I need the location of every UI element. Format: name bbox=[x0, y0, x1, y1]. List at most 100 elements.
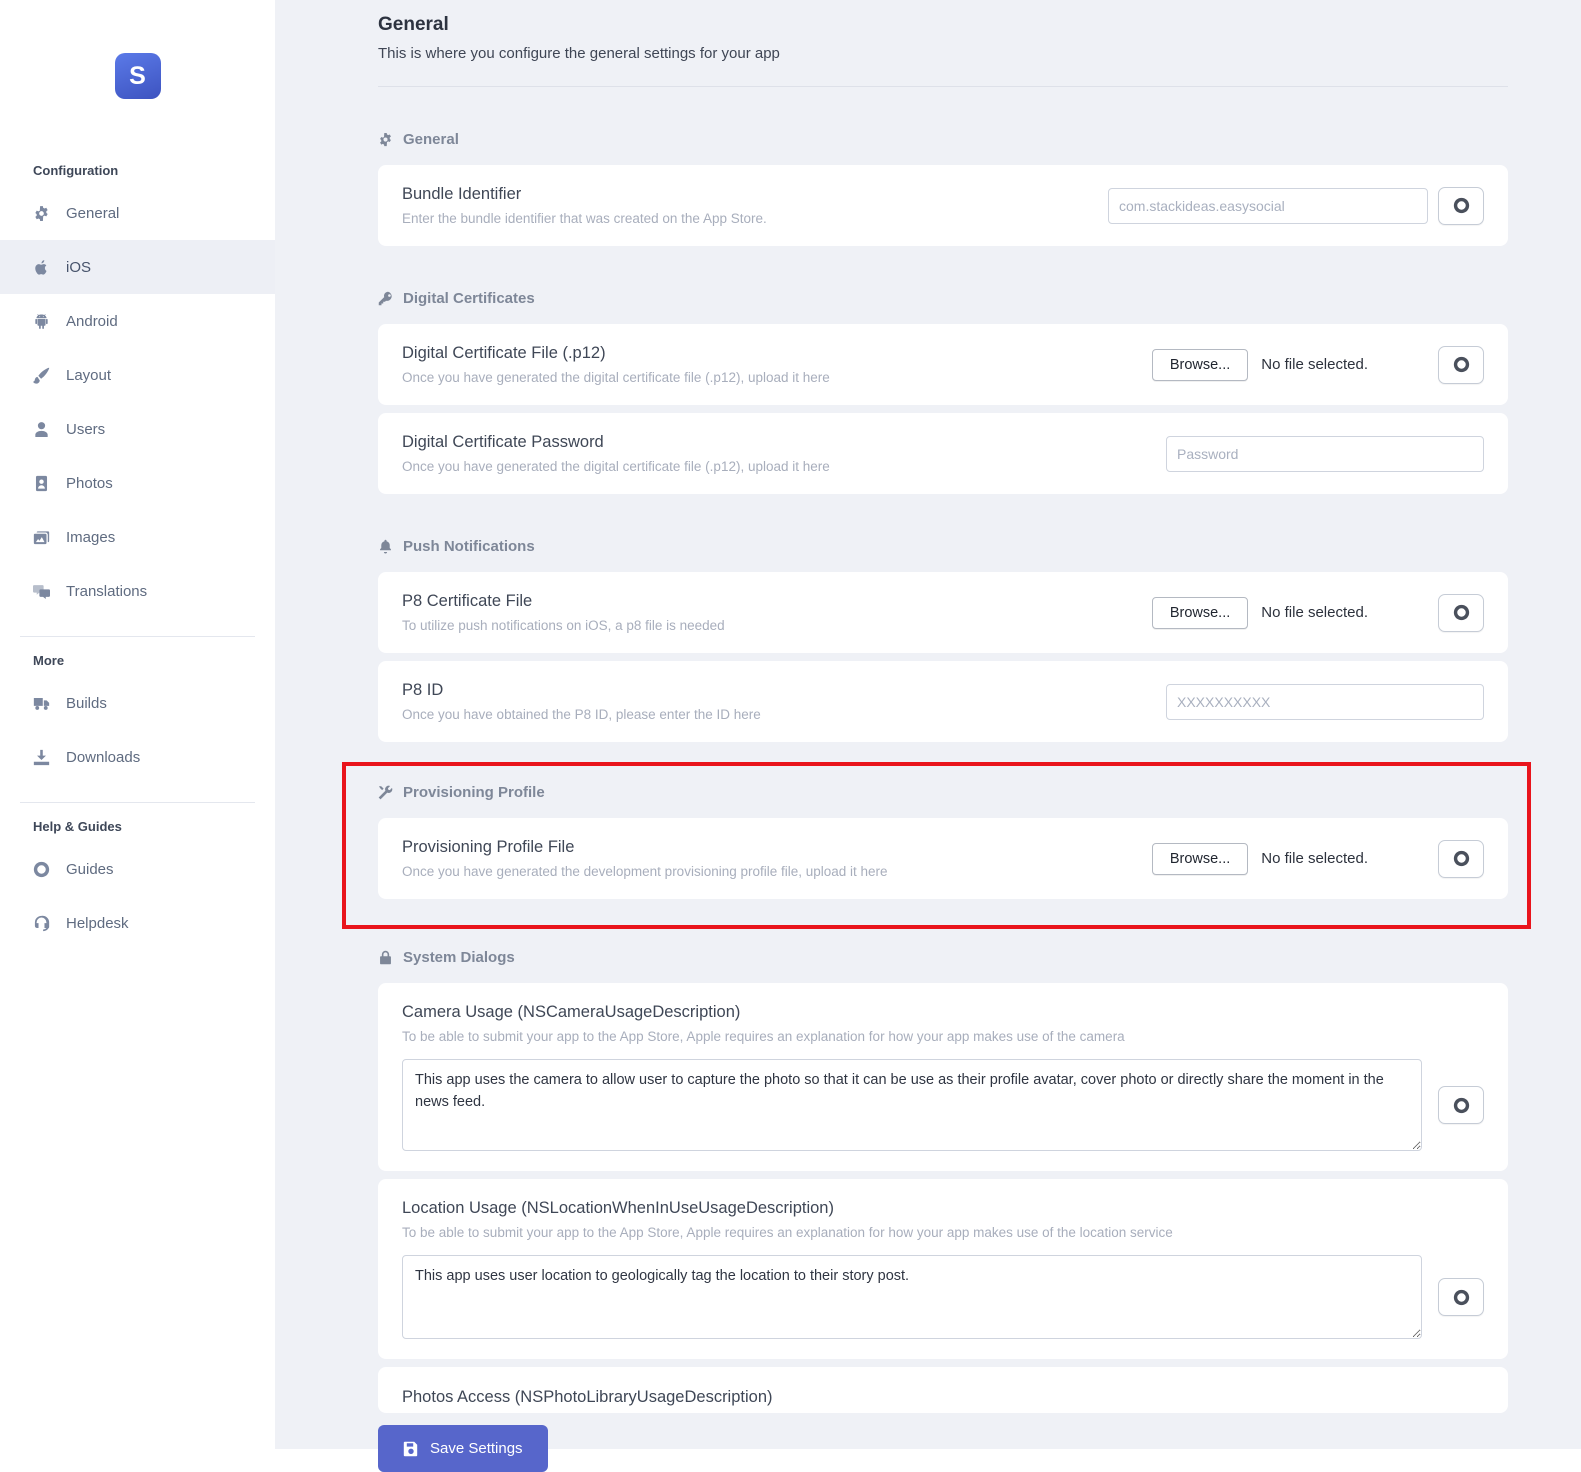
section-digital-certificates: Digital Certificates Digital Certificate… bbox=[378, 290, 1508, 494]
field-label: Camera Usage (NSCameraUsageDescription) bbox=[402, 1003, 741, 1021]
sidebar-item-images[interactable]: Images bbox=[0, 510, 275, 564]
field-description: Enter the bundle identifier that was cre… bbox=[402, 211, 767, 226]
browse-button[interactable]: Browse... bbox=[1151, 596, 1249, 629]
certificate-file-input[interactable]: Browse... No file selected. bbox=[1151, 348, 1368, 381]
section-digital-certificates-header: Digital Certificates bbox=[378, 290, 1508, 307]
section-general-header: General bbox=[378, 131, 1508, 148]
field-description: To be able to submit your app to the App… bbox=[402, 1225, 1173, 1240]
field-label: Digital Certificate Password bbox=[402, 433, 604, 451]
photo-badge-icon bbox=[33, 475, 50, 492]
sidebar-section-help: Help & Guides bbox=[33, 819, 122, 834]
sidebar-item-label: Android bbox=[66, 312, 118, 330]
brush-icon bbox=[33, 367, 50, 384]
sidebar-item-label: Users bbox=[66, 420, 106, 438]
section-system-dialogs-header: System Dialogs bbox=[378, 949, 1508, 966]
sidebar-item-general[interactable]: General bbox=[0, 186, 275, 240]
lock-icon bbox=[378, 950, 393, 965]
sidebar-item-label: Translations bbox=[66, 582, 148, 600]
field-label: Location Usage (NSLocationWhenInUseUsage… bbox=[402, 1199, 834, 1217]
bundle-identifier-input[interactable] bbox=[1108, 187, 1428, 224]
download-icon bbox=[33, 749, 50, 766]
lifering-icon bbox=[33, 861, 50, 878]
browse-button[interactable]: Browse... bbox=[1151, 348, 1249, 381]
logo-container: S bbox=[0, 0, 275, 163]
section-title: Provisioning Profile bbox=[403, 784, 545, 801]
browse-button[interactable]: Browse... bbox=[1151, 842, 1249, 875]
help-icon bbox=[1453, 1289, 1470, 1306]
field-description: Once you have generated the digital cert… bbox=[402, 459, 830, 474]
sidebar-nav: Configuration General iOS Android Layout… bbox=[0, 163, 275, 950]
page-divider bbox=[378, 86, 1508, 87]
sidebar-item-android[interactable]: Android bbox=[0, 294, 275, 348]
help-icon bbox=[1453, 1097, 1470, 1114]
page-title: General bbox=[378, 14, 449, 35]
sidebar-item-photos[interactable]: Photos bbox=[0, 456, 275, 510]
location-usage-card: Location Usage (NSLocationWhenInUseUsage… bbox=[378, 1179, 1508, 1359]
help-button[interactable] bbox=[1438, 1278, 1484, 1316]
camera-usage-textarea[interactable]: This app uses the camera to allow user t… bbox=[402, 1059, 1422, 1151]
p8-file-input[interactable]: Browse... No file selected. bbox=[1151, 596, 1368, 629]
section-title: General bbox=[403, 131, 459, 148]
digital-certificate-file-card: Digital Certificate File (.p12) Once you… bbox=[378, 324, 1508, 405]
provisioning-profile-file-input[interactable]: Browse... No file selected. bbox=[1151, 842, 1368, 875]
sidebar-item-ios[interactable]: iOS bbox=[0, 240, 275, 294]
sidebar-section-configuration: Configuration bbox=[33, 163, 119, 178]
field-description: To utilize push notifications on iOS, a … bbox=[402, 618, 725, 633]
no-file-selected-text: No file selected. bbox=[1261, 850, 1368, 867]
sidebar-item-label: Downloads bbox=[66, 748, 141, 766]
no-file-selected-text: No file selected. bbox=[1261, 604, 1368, 621]
tools-icon bbox=[378, 785, 393, 800]
key-icon bbox=[378, 291, 393, 306]
android-icon bbox=[33, 313, 50, 330]
help-icon bbox=[1453, 604, 1470, 621]
sidebar-item-label: Layout bbox=[66, 366, 112, 384]
digital-certificate-password-card: Digital Certificate Password Once you ha… bbox=[378, 413, 1508, 494]
gear-icon bbox=[378, 132, 393, 147]
field-label: P8 ID bbox=[402, 681, 444, 699]
p8-certificate-file-card: P8 Certificate File To utilize push noti… bbox=[378, 572, 1508, 653]
bundle-identifier-card: Bundle Identifier Enter the bundle ident… bbox=[378, 165, 1508, 246]
field-label: Digital Certificate File (.p12) bbox=[402, 344, 606, 362]
sidebar-item-builds[interactable]: Builds bbox=[0, 676, 275, 730]
field-label: Provisioning Profile File bbox=[402, 838, 575, 856]
sidebar-item-label: Images bbox=[66, 528, 116, 546]
sidebar-item-label: iOS bbox=[66, 258, 92, 276]
sidebar-item-guides[interactable]: Guides bbox=[0, 842, 275, 896]
field-description: Once you have generated the digital cert… bbox=[402, 370, 830, 385]
help-button[interactable] bbox=[1438, 345, 1484, 384]
sidebar-item-downloads[interactable]: Downloads bbox=[0, 730, 275, 784]
camera-usage-card: Camera Usage (NSCameraUsageDescription) … bbox=[378, 983, 1508, 1171]
help-icon bbox=[1453, 197, 1470, 214]
sidebar-item-helpdesk[interactable]: Helpdesk bbox=[0, 896, 275, 950]
app-logo[interactable]: S bbox=[114, 53, 161, 99]
section-push-notifications-header: Push Notifications bbox=[378, 538, 1508, 555]
sidebar-item-label: Photos bbox=[66, 474, 113, 492]
sidebar-item-label: General bbox=[66, 204, 120, 222]
apple-icon bbox=[33, 259, 50, 276]
p8-id-card: P8 ID Once you have obtained the P8 ID, … bbox=[378, 661, 1508, 742]
sidebar-item-layout[interactable]: Layout bbox=[0, 348, 275, 402]
provisioning-profile-file-card: Provisioning Profile File Once you have … bbox=[378, 818, 1508, 899]
sidebar: S Configuration General iOS Android Layo… bbox=[0, 0, 275, 1449]
section-title: System Dialogs bbox=[403, 949, 515, 966]
app-root: S Configuration General iOS Android Layo… bbox=[0, 0, 1581, 1472]
translations-icon bbox=[33, 583, 50, 600]
user-icon bbox=[33, 421, 50, 438]
p8-id-input[interactable] bbox=[1166, 683, 1484, 720]
highlight-box: Provisioning Profile Provisioning Profil… bbox=[342, 762, 1531, 929]
help-button[interactable] bbox=[1438, 839, 1484, 878]
helpdesk-icon bbox=[33, 915, 50, 932]
sidebar-item-label: Helpdesk bbox=[66, 914, 129, 932]
bell-icon bbox=[378, 539, 393, 554]
field-description: To be able to submit your app to the App… bbox=[402, 1029, 1125, 1044]
sidebar-item-users[interactable]: Users bbox=[0, 402, 275, 456]
field-description: Once you have generated the development … bbox=[402, 864, 888, 879]
help-button[interactable] bbox=[1438, 593, 1484, 632]
location-usage-textarea[interactable]: This app uses user location to geologica… bbox=[402, 1255, 1422, 1339]
help-button[interactable] bbox=[1438, 186, 1484, 225]
main-content: General This is where you configure the … bbox=[275, 0, 1581, 1472]
certificate-password-input[interactable] bbox=[1166, 435, 1484, 472]
sidebar-item-translations[interactable]: Translations bbox=[0, 564, 275, 618]
no-file-selected-text: No file selected. bbox=[1261, 356, 1368, 373]
help-button[interactable] bbox=[1438, 1086, 1484, 1124]
